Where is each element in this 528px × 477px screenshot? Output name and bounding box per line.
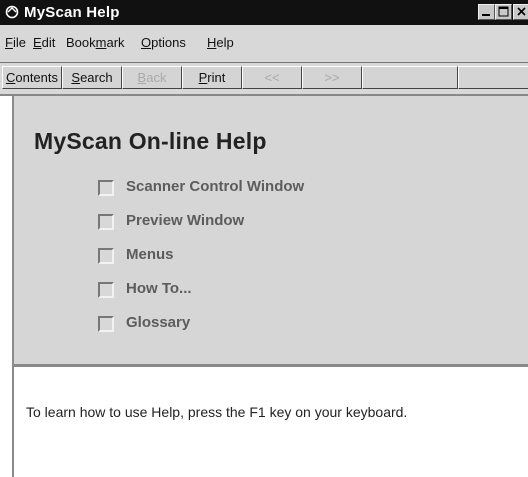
window-title: MyScan Help — [24, 4, 120, 21]
print-button[interactable]: Print — [182, 66, 242, 89]
toolbar-spacer-end — [458, 66, 528, 89]
app-icon — [4, 5, 20, 19]
window-frame-left — [0, 96, 12, 477]
topic-label[interactable]: How To... — [126, 280, 192, 297]
menu-help[interactable]: Help — [207, 35, 234, 50]
topic-button-icon[interactable] — [98, 214, 114, 230]
menu-bar: File Edit Bookmark Options Help — [0, 25, 528, 62]
topic-button-icon[interactable] — [98, 180, 114, 196]
topic-label[interactable]: Menus — [126, 246, 174, 263]
menu-separator — [0, 62, 528, 63]
menu-options[interactable]: Options — [141, 35, 186, 50]
toolbar-spacer — [362, 66, 458, 89]
back-button[interactable]: Back — [122, 66, 182, 89]
page-title: MyScan On-line Help — [34, 128, 267, 154]
maximize-button[interactable] — [495, 4, 512, 20]
toolbar: Contents Search Back Print << >> — [0, 64, 528, 92]
topic-button-icon[interactable] — [98, 316, 114, 332]
close-button[interactable] — [513, 4, 528, 20]
title-bar[interactable]: MyScan Help — [0, 0, 528, 25]
close-icon — [517, 7, 526, 16]
topic-label[interactable]: Preview Window — [126, 212, 244, 229]
previous-topic-button[interactable]: << — [242, 66, 302, 89]
help-hint-text: To learn how to use Help, press the F1 k… — [26, 404, 408, 420]
topic-label[interactable]: Scanner Control Window — [126, 178, 304, 195]
contents-button[interactable]: Contents — [2, 66, 62, 89]
menu-file[interactable]: File — [5, 35, 26, 50]
topic-button-icon[interactable] — [98, 282, 114, 298]
menu-edit[interactable]: Edit — [33, 35, 55, 50]
maximize-icon — [498, 6, 509, 17]
minimize-button[interactable] — [478, 4, 495, 20]
next-topic-button[interactable]: >> — [302, 66, 362, 89]
menu-bookmark[interactable]: Bookmark — [66, 35, 125, 50]
help-window: MyScan Help File Edit Bookmark Options H… — [0, 0, 528, 477]
topic-label[interactable]: Glossary — [126, 314, 190, 331]
topic-button-icon[interactable] — [98, 248, 114, 264]
info-pane — [12, 367, 528, 477]
search-button[interactable]: Search — [62, 66, 122, 89]
minimize-icon — [482, 14, 490, 16]
